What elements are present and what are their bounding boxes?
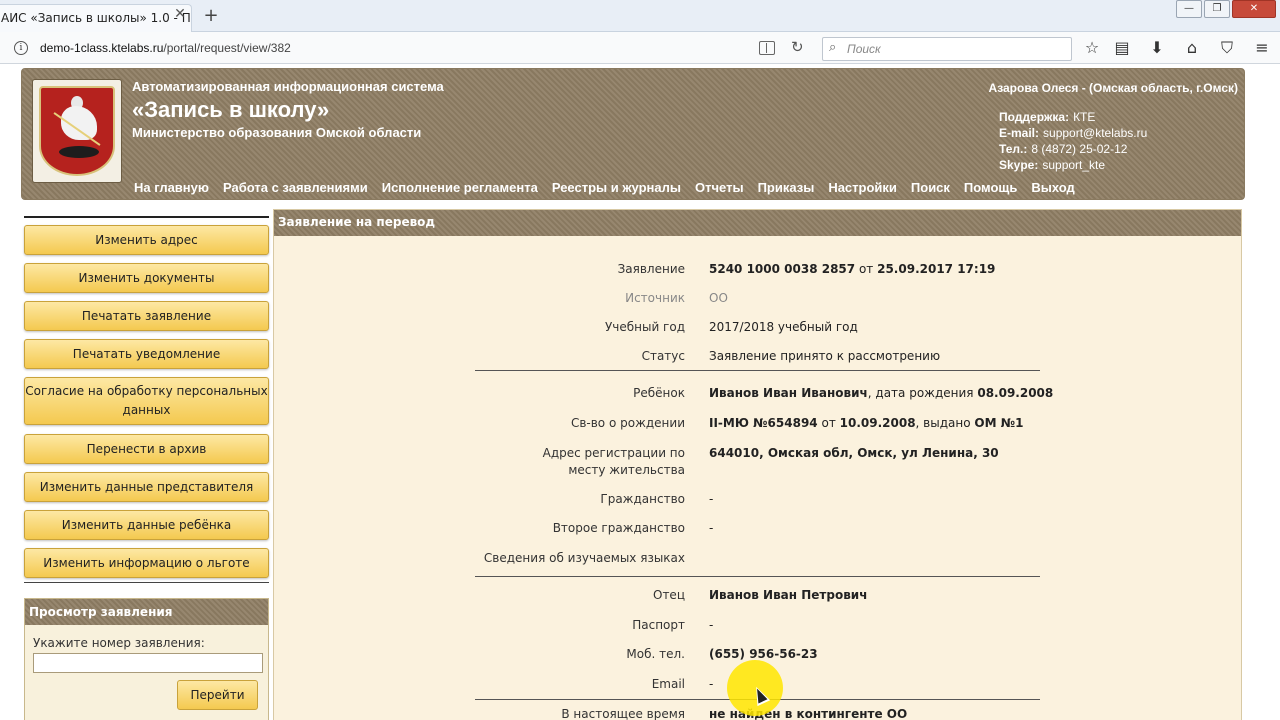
go-button[interactable]: Перейти: [177, 680, 258, 710]
application-details: Заявление на перевод Заявление 5240 1000…: [273, 209, 1242, 720]
tab-title: АИС «Запись в школы» 1.0 - Пр: [1, 11, 192, 25]
print-application-button[interactable]: Печатать заявление: [24, 301, 269, 331]
field-label: Ребёнок: [633, 386, 685, 400]
menu-item-registries[interactable]: Реестры и журналы: [552, 180, 681, 195]
browser-tabbar: АИС «Запись в школы» 1.0 - Пр ✕ + — ❐ ✕: [0, 0, 1280, 32]
field-value: Заявление принято к рассмотрению: [709, 349, 941, 363]
url-path: /portal/request/view/382: [163, 41, 291, 55]
edit-child-button[interactable]: Изменить данные ребёнка: [24, 510, 269, 540]
field-value: ОО: [709, 291, 728, 305]
application-number-label: Укажите номер заявления:: [33, 636, 205, 650]
page: Автоматизированная информационная систем…: [0, 65, 1280, 720]
new-tab-icon[interactable]: +: [201, 6, 221, 26]
ministry-name: Министерство образования Омской области: [132, 125, 422, 140]
support-info: Поддержка: КТЕ E-mail: support@ktelabs.ru …: [999, 110, 1148, 172]
panel-title: Просмотр заявления: [25, 599, 268, 625]
library-icon[interactable]: ▤: [1112, 38, 1132, 58]
menu-item-search[interactable]: Поиск: [911, 180, 950, 195]
home-icon[interactable]: ⌂: [1182, 38, 1202, 58]
field-label: Отец: [653, 588, 685, 602]
certificate-date: 10.09.2008: [839, 416, 916, 430]
field-value: -: [709, 618, 714, 632]
edit-benefit-button[interactable]: Изменить информацию о льготе: [24, 548, 269, 578]
system-name: «Запись в школу»: [132, 97, 330, 122]
bookmark-star-icon[interactable]: ☆: [1082, 38, 1102, 58]
field-value: (655) 956-56-23: [709, 647, 818, 661]
print-notification-button[interactable]: Печатать уведомление: [24, 339, 269, 369]
field-label: Учебный год: [604, 320, 685, 334]
field-value: 644010, Омская обл, Омск, ул Ленина, 30: [709, 446, 999, 460]
pocket-icon[interactable]: ⛉: [1217, 38, 1237, 58]
field-label: Email: [651, 677, 685, 691]
menu-item-help[interactable]: Помощь: [964, 180, 1017, 195]
field-value: -: [709, 492, 714, 506]
change-address-button[interactable]: Изменить адрес: [24, 225, 269, 255]
menu-item-regulation[interactable]: Исполнение регламента: [382, 180, 538, 195]
menu-item-settings[interactable]: Настройки: [828, 180, 897, 195]
close-window-icon[interactable]: ✕: [1232, 0, 1276, 18]
menu-item-orders[interactable]: Приказы: [758, 180, 815, 195]
browser-tab[interactable]: АИС «Запись в школы» 1.0 - Пр: [0, 4, 192, 32]
field-label: Второе гражданство: [552, 521, 685, 535]
consent-personal-data-button[interactable]: Согласие на обработку персональных данны…: [24, 377, 269, 425]
field-label: Св-во о рождении: [570, 416, 685, 430]
field-label: Заявление: [617, 262, 685, 276]
close-tab-icon[interactable]: ✕: [172, 6, 188, 22]
search-icon: ⌕: [829, 40, 837, 55]
site-header: Автоматизированная информационная систем…: [21, 68, 1245, 200]
application-title: Заявление на перевод: [274, 210, 1241, 236]
application-number-input[interactable]: [33, 653, 263, 673]
field-label: В настоящее время: [561, 707, 685, 720]
minimize-icon[interactable]: —: [1176, 0, 1202, 18]
child-name: Иванов Иван Иванович: [709, 386, 868, 400]
change-documents-button[interactable]: Изменить документы: [24, 263, 269, 293]
address-bar[interactable]: demo-1class.ktelabs.ru/portal/request/vi…: [40, 41, 291, 55]
field-value: -: [709, 677, 714, 691]
certificate-issuer: ОМ №1: [974, 416, 1024, 430]
certificate-number: II-МЮ №654894: [709, 416, 818, 430]
field-label: Источник: [625, 291, 685, 305]
menu-icon[interactable]: ≡: [1252, 38, 1272, 58]
field-label: Сведения об изучаемых языках: [483, 551, 685, 565]
field-value: Иванов Иван Петрович: [709, 588, 868, 602]
field-label: Статус: [641, 349, 685, 363]
edit-representative-button[interactable]: Изменить данные представителя: [24, 472, 269, 502]
field-label: Моб. тел.: [626, 647, 685, 661]
reload-icon[interactable]: ↻: [791, 38, 804, 56]
moscow-coat-of-arms-logo: [32, 79, 122, 183]
field-value: -: [709, 521, 714, 535]
window-controls: — ❐ ✕: [1174, 0, 1276, 20]
browser-search-input[interactable]: ⌕ Поиск: [822, 37, 1072, 61]
url-host: demo-1class.ktelabs.ru: [40, 41, 164, 55]
move-to-archive-button[interactable]: Перенести в архив: [24, 434, 269, 464]
maximize-icon[interactable]: ❐: [1204, 0, 1230, 18]
section-divider: [475, 576, 1040, 577]
application-date: 25.09.2017 17:19: [877, 262, 996, 276]
reader-view-icon[interactable]: [759, 41, 775, 55]
menu-item-logout[interactable]: Выход: [1031, 180, 1074, 195]
main-menu: На главную Работа с заявлениями Исполнен…: [134, 180, 1089, 195]
field-label: Гражданство: [600, 492, 685, 506]
sidebar-divider-2: [24, 582, 269, 583]
support-email-link[interactable]: support@ktelabs.ru: [1043, 125, 1147, 141]
system-title: Автоматизированная информационная систем…: [132, 79, 444, 94]
current-user[interactable]: Азарова Олеся - (Омская область, г.Омск): [989, 81, 1238, 95]
menu-item-home[interactable]: На главную: [134, 180, 209, 195]
field-label: Паспорт: [632, 618, 685, 632]
application-number: 5240 1000 0038 2857: [709, 262, 856, 276]
field-value: 2017/2018 учебный год: [709, 320, 858, 334]
search-placeholder: Поиск: [847, 42, 881, 56]
download-icon[interactable]: ⬇: [1147, 38, 1167, 58]
child-birth-date: 08.09.2008: [977, 386, 1054, 400]
field-label: Адрес регистрации по месту жительства: [542, 446, 685, 477]
menu-item-reports[interactable]: Отчеты: [695, 180, 744, 195]
sidebar-divider: [24, 216, 269, 218]
section-divider: [475, 370, 1040, 371]
menu-item-applications[interactable]: Работа с заявлениями: [223, 180, 368, 195]
info-icon[interactable]: i: [14, 41, 28, 55]
view-application-panel: Просмотр заявления Укажите номер заявлен…: [24, 598, 269, 720]
